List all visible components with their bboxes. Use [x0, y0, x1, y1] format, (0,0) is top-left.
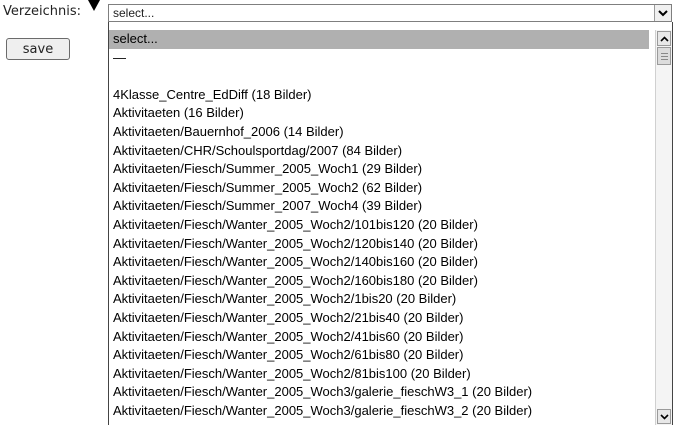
- dropdown-option[interactable]: Aktivitaeten/Fiesch/Wanter_2005_Woch2/16…: [109, 272, 649, 291]
- dropdown-option[interactable]: 4Klasse_Centre_EdDiff (18 Bilder): [109, 86, 649, 105]
- dropdown-option[interactable]: Aktivitaeten/Fiesch/Wanter_2005_Woch2/81…: [109, 365, 649, 384]
- directory-dropdown-list[interactable]: select... — 4Klasse_Centre_EdDiff (18 Bild…: [108, 22, 673, 425]
- directory-select-value: select...: [113, 6, 155, 20]
- dropdown-option[interactable]: Aktivitaeten/Fiesch/Wanter_2005_Woch3/ga…: [109, 383, 649, 402]
- dropdown-option[interactable]: Aktivitaeten/Fiesch/Wanter_2005_Woch3/ga…: [109, 402, 649, 421]
- dropdown-option[interactable]: Aktivitaeten/Fiesch/Wanter_2005_Woch2/21…: [109, 309, 649, 328]
- dropdown-option[interactable]: Aktivitaeten/Bauernhof_2006 (14 Bilder): [109, 123, 649, 142]
- dropdown-option[interactable]: Aktivitaeten/Fiesch/Wanter_2005_Woch2/1b…: [109, 290, 649, 309]
- dropdown-option[interactable]: Aktivitaeten (16 Bilder): [109, 104, 649, 123]
- dropdown-option[interactable]: Aktivitaeten/Fiesch/Wanter_2005_Woch2/14…: [109, 253, 649, 272]
- dropdown-option[interactable]: Aktivitaeten/Fiesch/Wanter_2005_Woch2/10…: [109, 216, 649, 235]
- dropdown-option[interactable]: Aktivitaeten/Fiesch/Wanter_2005_Woch2/41…: [109, 328, 649, 347]
- mouse-cursor-icon: [88, 0, 100, 11]
- dropdown-option[interactable]: Aktivitaeten/Fiesch/Summer_2005_Woch2 (6…: [109, 179, 649, 198]
- dropdown-scrollbar[interactable]: [655, 30, 672, 425]
- dropdown-option[interactable]: [109, 67, 649, 86]
- scroll-down-icon[interactable]: [657, 409, 671, 424]
- dropdown-option[interactable]: —: [109, 49, 649, 68]
- dropdown-option[interactable]: Aktivitaeten/CHR/Schoulsportdag/2007 (84…: [109, 142, 649, 161]
- save-button[interactable]: save: [6, 38, 70, 60]
- directory-select[interactable]: select...: [108, 4, 672, 22]
- dropdown-option[interactable]: select...: [109, 30, 649, 49]
- chevron-down-icon[interactable]: [654, 5, 671, 21]
- dropdown-option[interactable]: Aktivitaeten/Fiesch/Summer_2005_Woch1 (2…: [109, 160, 649, 179]
- dropdown-option[interactable]: Aktivitaeten/Fiesch/Wanter_2005_Woch2/61…: [109, 346, 649, 365]
- scroll-up-icon[interactable]: [657, 31, 671, 46]
- dropdown-option[interactable]: Aktivitaeten/Fiesch/Summer_2007_Woch4 (3…: [109, 197, 649, 216]
- scrollbar-thumb[interactable]: [657, 47, 671, 65]
- dropdown-options: select... — 4Klasse_Centre_EdDiff (18 Bild…: [109, 30, 649, 420]
- dropdown-option[interactable]: Aktivitaeten/Fiesch/Wanter_2005_Woch2/12…: [109, 235, 649, 254]
- directory-label: Verzeichnis:: [3, 4, 82, 19]
